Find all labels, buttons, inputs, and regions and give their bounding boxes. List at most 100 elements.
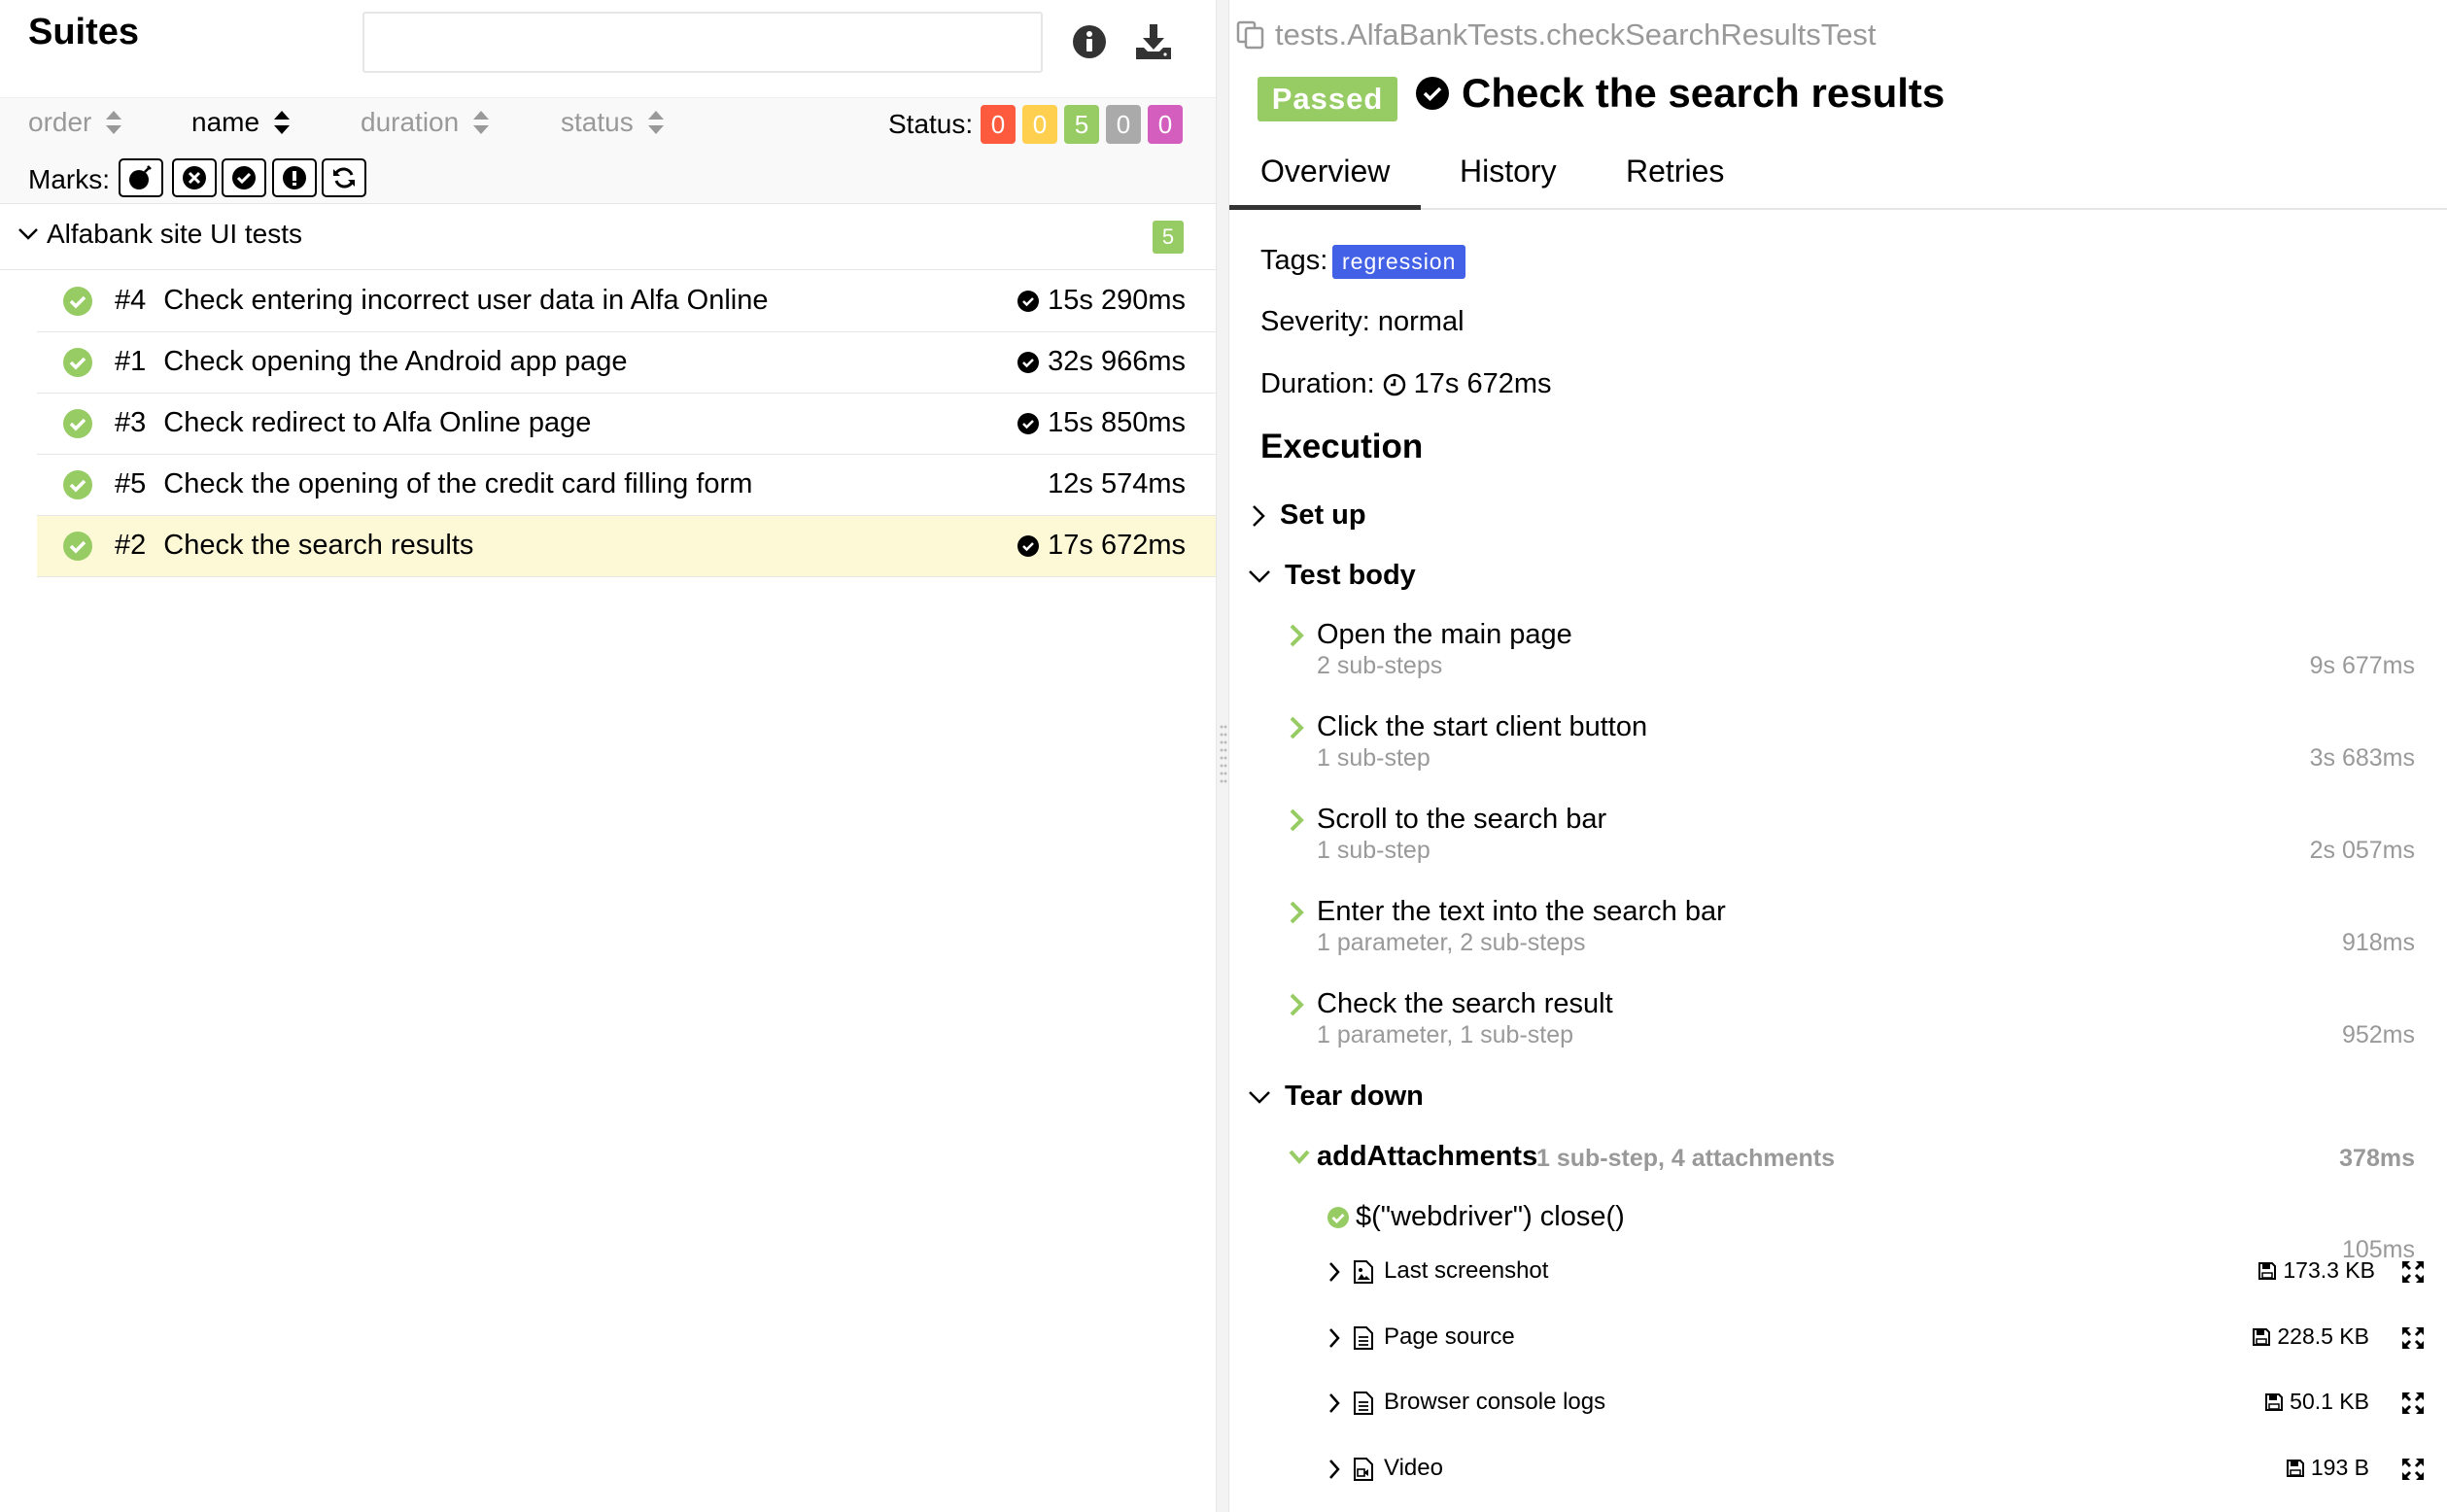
test-title: Check the search results (1415, 70, 1945, 117)
severity-text: Severity: normal (1260, 306, 1465, 337)
attachment-row[interactable]: Video 193 B (1327, 1451, 2426, 1490)
check-circle-icon (1416, 77, 1449, 110)
sort-duration[interactable]: duration (361, 107, 490, 138)
attachment-name: Video (1384, 1455, 1443, 1481)
test-row-selected[interactable]: #2 Check the search results 17s 672ms (37, 516, 1216, 577)
sort-order[interactable]: order (28, 107, 122, 138)
attachment-row[interactable]: Browser console logs 50.1 KB (1327, 1385, 2426, 1424)
info-icon[interactable] (1072, 24, 1107, 59)
image-file-icon (1354, 1260, 1373, 1284)
search-input[interactable] (362, 12, 1043, 73)
test-row[interactable]: #5 Check the opening of the credit card f… (37, 455, 1216, 516)
step-item[interactable]: Check the search result 1 parameter, 1 s… (1288, 988, 2415, 1056)
chevron-right-icon (1290, 624, 1304, 647)
expand-icon[interactable] (2400, 1259, 2426, 1285)
status-count-failed[interactable]: 0 (981, 105, 1016, 144)
check-circle-icon (232, 166, 256, 189)
teardown-section[interactable]: Tear down (1248, 1081, 1424, 1113)
expand-icon[interactable] (2400, 1391, 2426, 1416)
sort-name[interactable]: name (191, 107, 291, 138)
step-sub: 1 sub-step (1317, 837, 1430, 864)
mark-new-failed-button[interactable] (172, 158, 217, 197)
clock-icon (1383, 373, 1405, 395)
step-sub: 1 parameter, 1 sub-step (1317, 1021, 1574, 1048)
sort-status[interactable]: status (561, 107, 665, 138)
check-circle-icon (1017, 290, 1040, 312)
tab-history[interactable]: History (1460, 154, 1557, 189)
status-count-unknown[interactable]: 0 (1148, 105, 1183, 144)
status-count-passed[interactable]: 5 (1064, 105, 1099, 144)
test-row[interactable]: #4 Check entering incorrect user data in … (37, 271, 1216, 332)
video-file-icon (1354, 1458, 1373, 1481)
text-file-icon (1354, 1392, 1373, 1415)
status-count-broken[interactable]: 0 (1022, 105, 1057, 144)
sort-name-label: name (191, 107, 260, 137)
test-row[interactable]: #3 Check redirect to Alfa Online page 15s… (37, 394, 1216, 455)
chevron-right-icon (1329, 1328, 1340, 1348)
step-item[interactable]: Enter the text into the search bar 1 par… (1288, 896, 2415, 964)
mark-retries-button[interactable] (322, 158, 366, 197)
step-item[interactable]: Click the start client button 1 sub-step… (1288, 711, 2415, 779)
attachment-size: 193 B (2310, 1455, 2369, 1480)
attachment-name: Page source (1384, 1323, 1515, 1350)
step-duration: 378ms (2339, 1145, 2415, 1172)
exclamation-circle-icon (283, 166, 306, 189)
copy-icon[interactable] (1236, 20, 1265, 50)
mark-flaky-button[interactable] (119, 158, 163, 197)
chevron-down-icon[interactable] (17, 226, 39, 242)
test-number: #1 (115, 346, 147, 377)
attachment-size: 50.1 KB (2290, 1389, 2369, 1414)
status-badge: Passed (1258, 77, 1397, 121)
pane-title: Suites (28, 12, 140, 52)
test-duration: 15s 290ms (1048, 285, 1186, 316)
execution-heading: Execution (1260, 428, 1424, 465)
check-circle-icon (1017, 412, 1040, 434)
download-icon[interactable] (1134, 22, 1173, 61)
chevron-down-icon (1249, 569, 1270, 583)
check-circle-icon (1017, 351, 1040, 373)
status-count-skipped[interactable]: 0 (1106, 105, 1141, 144)
setup-label: Set up (1280, 499, 1366, 531)
step-duration: 9s 677ms (2309, 652, 2415, 679)
mark-new-passed-button[interactable] (222, 158, 266, 197)
sort-duration-label: duration (361, 107, 460, 137)
step-item[interactable]: Scroll to the search bar 1 sub-step 2s 0… (1288, 804, 2415, 872)
mark-new-broken-button[interactable] (272, 158, 317, 197)
chevron-right-icon (1329, 1393, 1340, 1413)
step-duration: 952ms (2341, 1021, 2415, 1048)
bomb-icon (129, 165, 152, 189)
chevron-right-icon (1290, 901, 1304, 924)
attachment-row[interactable]: Page source 228.5 KB (1327, 1320, 2426, 1358)
step-sub: 2 sub-steps (1317, 652, 1443, 679)
step-duration: 2s 057ms (2309, 837, 2415, 864)
chevron-right-icon (1329, 1262, 1340, 1282)
expand-icon[interactable] (2400, 1457, 2426, 1482)
test-number: #5 (115, 468, 147, 499)
step-duration: 918ms (2341, 929, 2415, 956)
setup-section[interactable]: Set up (1251, 499, 1366, 532)
sort-order-label: order (28, 107, 92, 137)
close-step[interactable]: $("webdriver") close() (1327, 1201, 1625, 1233)
sort-status-label: status (561, 107, 634, 137)
tab-retries[interactable]: Retries (1626, 154, 1724, 189)
expand-icon[interactable] (2400, 1325, 2426, 1351)
test-name: Check opening the Android app page (163, 346, 628, 377)
test-duration: 15s 850ms (1048, 407, 1186, 438)
step-item[interactable]: Open the main page 2 sub-steps 9s 677ms (1288, 619, 2415, 687)
save-icon (2286, 1459, 2304, 1477)
pane-resize-handle[interactable] (1216, 0, 1229, 1512)
chevron-down-icon (1289, 1150, 1310, 1164)
tab-overview[interactable]: Overview (1260, 154, 1390, 189)
duration-value: 17s 672ms (1413, 368, 1552, 399)
test-title-text: Check the search results (1462, 70, 1946, 116)
tag-badge: regression (1332, 245, 1466, 279)
test-number: #4 (115, 285, 147, 316)
add-attachments-step[interactable]: addAttachments 1 sub-step, 4 attachments… (1288, 1141, 2415, 1176)
step-name: Enter the text into the search bar (1317, 896, 1726, 927)
chevron-right-icon (1290, 808, 1304, 832)
attachment-row[interactable]: Last screenshot 173.3 KB (1327, 1254, 2426, 1292)
test-body-section[interactable]: Test body (1248, 560, 1416, 592)
suite-group-count: 5 (1153, 221, 1184, 254)
test-row[interactable]: #1 Check opening the Android app page 32s… (37, 332, 1216, 394)
test-duration: 32s 966ms (1048, 346, 1186, 377)
